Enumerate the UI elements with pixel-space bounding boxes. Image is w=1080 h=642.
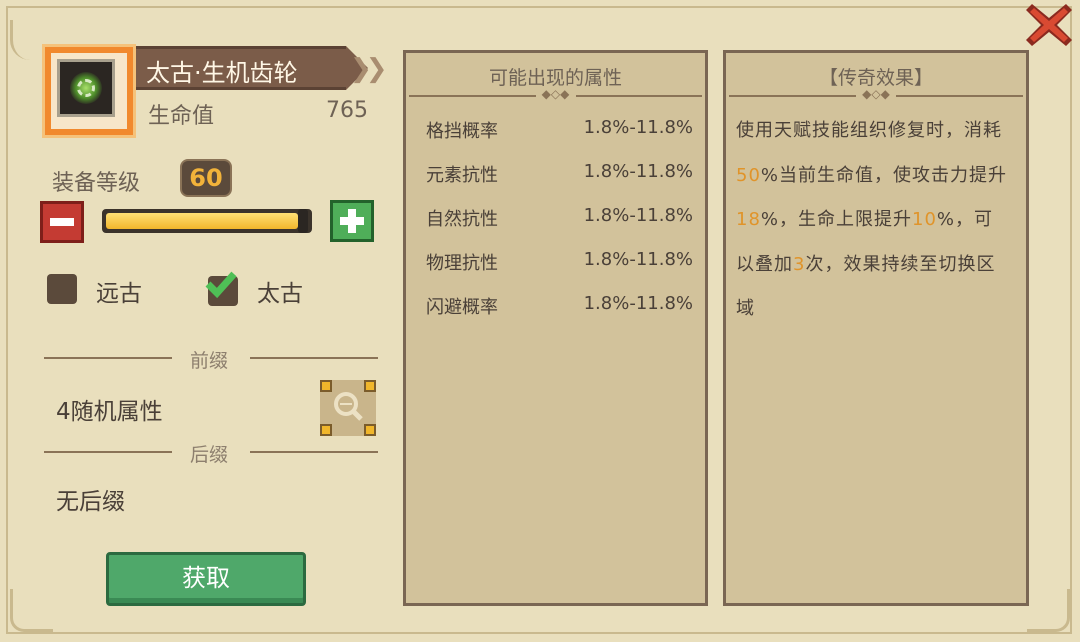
item-name-ribbon: 太古·生机齿轮 [136,46,368,90]
close-button[interactable] [1024,0,1074,50]
attribute-row: 物理抗性 1.8%-11.8% [426,249,693,279]
attribute-name: 自然抗性 [426,209,498,230]
attribute-range: 1.8%-11.8% [583,249,693,270]
legend-text-part: %，生命上限提升 [760,209,913,230]
attribute-range: 1.8%-11.8% [583,293,693,314]
magnifier-button[interactable] [320,380,376,436]
legend-text-part: 使用天赋技能组织修复时，消耗 [736,120,1002,141]
possible-attributes-panel: 可能出现的属性 ◆◇◆ 格挡概率 1.8%-11.8% 元素抗性 1.8%-11.8%… [403,50,708,606]
suffix-divider-right [250,451,378,453]
prefix-value: 4随机属性 [56,399,163,425]
highlight-value: 10 [912,209,937,230]
suffix-divider-left [44,451,172,453]
level-slider[interactable] [102,209,312,233]
prefix-section-label: 前缀 [190,350,229,372]
ribbon-chevron-icon: ❯❯ [350,54,387,84]
legend-text-part: %当前生命值，使攻击力提升 [760,164,1008,186]
level-decrease-button[interactable] [40,201,84,243]
frame-ornament-bottom-right [1027,589,1070,632]
grade-checkbox-primal[interactable] [205,271,238,306]
magnifier-icon [334,392,363,421]
attribute-row: 格挡概率 1.8%-11.8% [426,117,693,147]
suffix-value: 无后缀 [56,489,125,515]
equipment-level-label: 装备等级 [52,171,141,196]
highlight-value: 3 [793,253,806,275]
attribute-range: 1.8%-11.8% [583,161,693,182]
attribute-row: 元素抗性 1.8%-11.8% [426,161,693,191]
prefix-divider-left [44,357,172,359]
equipment-level-value: 60 [180,159,232,197]
hp-label: 生命值 [148,104,215,129]
attributes-panel-title: 可能出现的属性 [488,67,622,89]
attribute-row: 闪避概率 1.8%-11.8% [426,293,693,323]
highlight-value: 50 [736,164,761,186]
attribute-range: 1.8%-11.8% [583,117,693,138]
panel-ornament-icon: ◆◇◆ [535,87,576,101]
attribute-range: 1.8%-11.8% [583,205,693,226]
gear-item-icon [77,79,95,97]
legend-effect-text: 使用天赋技能组织修复时，消耗 50%当前生命值，使攻击力提升 18%，生命上限提升1… [736,109,1012,332]
prefix-divider-right [250,357,378,359]
highlight-value: 18 [736,209,761,230]
attribute-row: 自然抗性 1.8%-11.8% [426,205,693,235]
attribute-name: 闪避概率 [426,297,498,318]
legend-panel-title: 【传奇效果】 [818,67,933,89]
attribute-name: 元素抗性 [426,165,498,186]
item-name: 太古·生机齿轮 [146,59,298,87]
attribute-name: 物理抗性 [426,253,498,274]
panel-ornament-icon: ◆◇◆ [856,87,896,101]
grade-checkbox-ancient[interactable] [47,274,77,304]
hp-value: 765 [326,98,368,123]
grade-label-primal: 太古 [257,281,303,307]
attribute-name: 格挡概率 [426,121,498,142]
close-x-icon [1026,4,1072,46]
obtain-button[interactable]: 获取 [106,552,306,606]
level-increase-button[interactable] [330,200,374,242]
grade-label-ancient: 远古 [96,281,142,307]
legendary-effect-panel: 【传奇效果】 ◆◇◆ 使用天赋技能组织修复时，消耗 50%当前生命值，使攻击力提升… [723,50,1029,606]
checkmark-icon [205,271,237,299]
item-icon-frame [42,44,136,138]
frame-ornament-bottom-left [10,589,53,632]
level-slider-fill [106,213,298,229]
item-slot [57,59,115,117]
suffix-section-label: 后缀 [190,444,229,466]
level-slider-thumb[interactable] [298,209,308,233]
